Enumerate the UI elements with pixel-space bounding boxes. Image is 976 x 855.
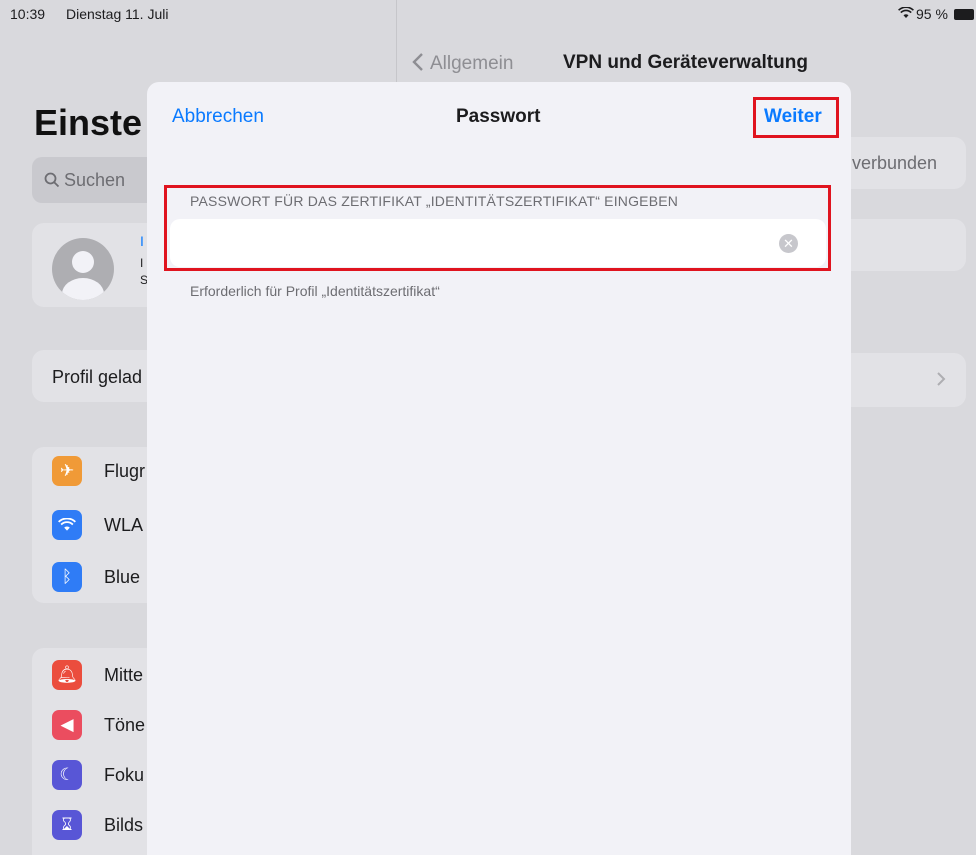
chevron-right-icon (936, 371, 946, 392)
battery-percent: 95 % (916, 6, 948, 22)
vpn-status-text: verbunden (852, 153, 938, 173)
wifi-icon (52, 510, 82, 540)
sidebar-item-airplane[interactable]: Flugr (104, 461, 145, 482)
wifi-status-icon (898, 6, 914, 22)
next-button-highlight (753, 97, 839, 138)
sidebar-item-sounds[interactable]: Töne (104, 715, 145, 736)
search-placeholder[interactable]: Suchen (44, 170, 125, 191)
hourglass-icon: ⌛︎ (52, 810, 82, 840)
sidebar-item-focus[interactable]: Foku (104, 765, 144, 786)
search-icon (44, 172, 60, 188)
status-time: 10:39 (10, 6, 46, 22)
bluetooth-icon: ᛒ (52, 562, 82, 592)
avatar-icon (52, 238, 114, 300)
sheet-title: Passwort (456, 106, 541, 127)
profile-loaded-label: Profil gelad (52, 367, 143, 387)
profile-name: I (140, 233, 144, 249)
cancel-button[interactable]: Abbrechen (172, 106, 264, 128)
speaker-icon: ◀ (52, 710, 82, 740)
sidebar-item-screentime[interactable]: Bilds (104, 815, 143, 836)
search-placeholder-text: Suchen (64, 170, 126, 190)
bell-icon: 🔔︎ (52, 660, 82, 690)
sidebar-item-notifications[interactable]: Mitte (104, 665, 143, 686)
password-field-highlight (164, 185, 831, 271)
status-date: Dienstag 11. Juli (66, 6, 169, 22)
battery-icon (954, 9, 974, 20)
airplane-icon: ✈ (52, 456, 82, 486)
password-footer-note: Erforderlich für Profil „Identitätszerti… (190, 283, 440, 299)
sidebar-item-bluetooth[interactable]: Blue (104, 567, 140, 588)
detail-title: VPN und Geräteverwaltung (563, 52, 808, 73)
back-button[interactable]: Allgemein (412, 52, 513, 75)
sidebar-item-wifi[interactable]: WLA (104, 515, 143, 536)
back-label: Allgemein (430, 53, 514, 74)
profile-sub1: I (140, 256, 144, 270)
sidebar-title: Einste (34, 102, 143, 143)
chevron-left-icon (412, 53, 423, 71)
moon-icon: ☾ (52, 760, 82, 790)
